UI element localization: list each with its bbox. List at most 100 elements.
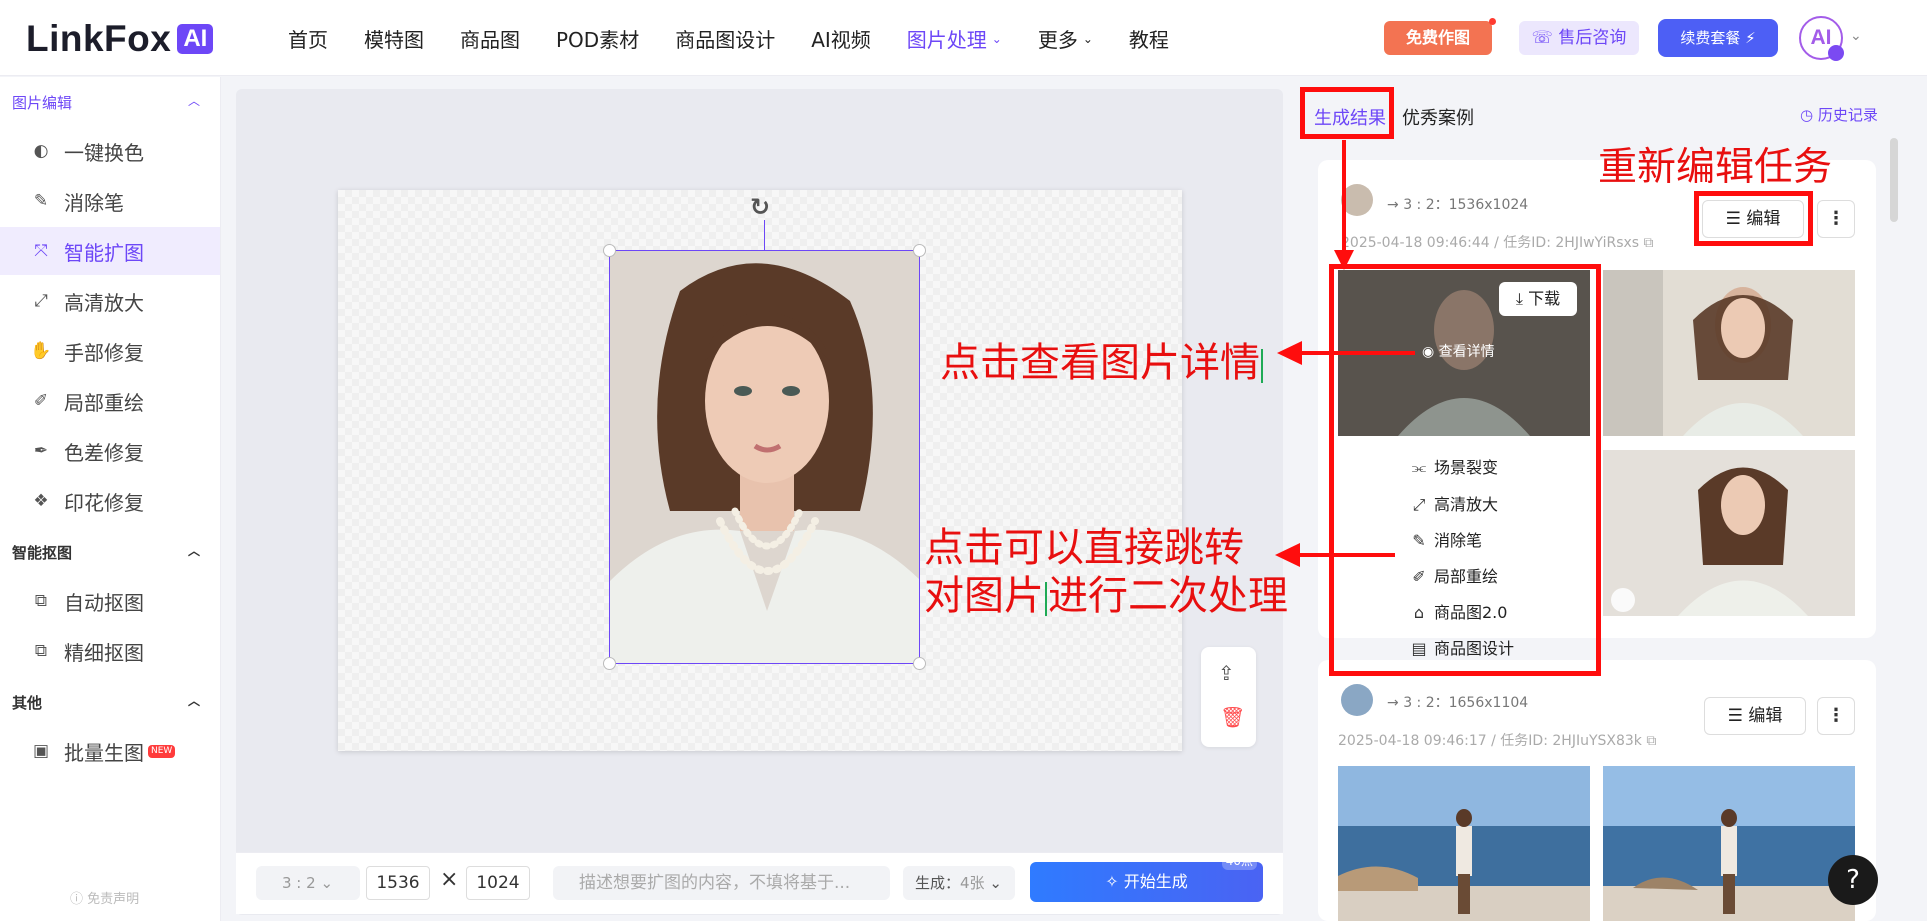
sidebar-item-label: 智能扩图 [64,240,144,265]
nav-item-tutorial[interactable]: 教程 [1129,24,1169,53]
resize-handle[interactable] [603,244,616,257]
result-image[interactable] [1603,766,1855,921]
scrollbar[interactable] [1890,138,1898,222]
nav-item-model[interactable]: 模特图 [364,24,424,53]
chevron-up-icon: ︿ [187,94,200,108]
sidebar-item-color-fix[interactable]: ✒ 色差修复 [0,427,220,475]
logo-text: LinkFox [26,18,172,59]
highlight-result-menu [1329,264,1601,676]
rotate-icon[interactable]: ↻ [750,193,770,221]
highlight-results-tab [1300,87,1394,139]
rotate-guide [764,220,765,250]
sidebar-item-upscale[interactable]: ⤢ 高清放大 [0,277,220,325]
task-thumbnail[interactable] [1341,684,1373,716]
nav-item-label: 更多 [1037,28,1078,52]
start-generate-button[interactable]: ✧ 开始生成 40点 [1030,853,1263,902]
chevron-down-icon: ⌄ [1082,31,1093,46]
tab-showcase[interactable]: 优秀案例 [1402,104,1474,130]
history-link[interactable]: ◷ 历史记录 [1800,104,1878,125]
points-badge: 40点 [1221,853,1257,870]
help-button[interactable]: ? [1828,855,1878,905]
sidebar-item-auto-cutout[interactable]: ⧉ 自动抠图 [0,577,220,625]
annotation-jump-line2: 对图片 进行二次处理 [924,563,1288,621]
sidebar-item-label: 印花修复 [64,490,144,515]
section-title: 智能抠图 [12,544,73,562]
trash-icon[interactable]: 🗑 [1220,705,1245,729]
task-thumbnail[interactable] [1341,184,1373,216]
sidebar-item-expand[interactable]: ⤧ 智能扩图 [0,227,220,275]
prompt-input[interactable]: 描述想要扩图的内容，不填将基于... [553,866,890,900]
logo[interactable]: LinkFox AI [26,18,214,60]
sidebar-section-other[interactable]: 其他 ︿ [12,692,212,713]
disclaimer-link[interactable]: ⓘ 免责声明 [70,888,139,907]
chevron-down-icon[interactable]: ⌄ [1850,28,1862,44]
hand-icon: ✋ [30,341,52,361]
sidebar-section-cutout[interactable]: 智能抠图 ︿ [12,542,212,563]
source-photo[interactable] [609,250,920,664]
nav-item-video[interactable]: AI视频 [811,24,871,53]
task-meta: → 3 : 2：1536x1024 [1387,194,1528,214]
beach-illustration [1603,766,1855,921]
nav-item-label: 图片处理 [906,28,987,52]
annotation-text: 点击查看图片详情 [940,340,1260,386]
sidebar-item-inpaint[interactable]: ✐ 局部重绘 [0,377,220,425]
nav-item-image-processing[interactable]: 图片处理 ⌄ [907,24,1002,53]
renew-button[interactable]: 续费套餐 ⚡ [1658,19,1778,57]
sliders-icon: ☰ [1727,706,1749,726]
nav-item-product[interactable]: 商品图 [460,24,520,53]
copy-icon[interactable]: ⧉ [1642,733,1656,749]
beach-illustration [1338,766,1590,921]
task-ratio: 3 : 2：1656x1104 [1403,695,1529,711]
upload-icon[interactable]: ⇪ [1218,661,1235,685]
portrait-illustration [1603,450,1855,616]
count-select[interactable]: 生成：4张 ⌄ [903,866,1015,900]
chevron-up-icon: ︿ [187,694,200,708]
recolor-icon: ◐ [33,141,49,161]
height-input[interactable]: 1024 [466,866,530,900]
vip-badge-icon [1828,45,1844,61]
consult-button[interactable]: ☏ 售后咨询 [1519,21,1639,55]
free-draw-button[interactable]: 免费作图 [1384,18,1496,55]
sidebar-item-print-fix[interactable]: ❖ 印花修复 [0,477,220,525]
chevron-down-icon: ⌄ [984,874,1002,892]
nav-item-home[interactable]: 首页 [288,24,328,53]
avatar[interactable]: AI [1799,16,1844,61]
arrow-right-icon: → [1387,695,1404,711]
sidebar-item-batch[interactable]: ▣ 批量生图 NEW [0,727,220,775]
arrow-right-icon: → [1387,197,1404,213]
consult-label: 售后咨询 [1558,28,1627,48]
portrait-illustration [1603,270,1855,436]
annotation-view-detail: 点击查看图片详情 [940,330,1264,388]
edit-button[interactable]: ☰ 编辑 [1704,697,1806,735]
sidebar-item-recolor[interactable]: ◐ 一键换色 [0,127,220,175]
sidebar-item-eraser[interactable]: ✎ 消除笔 [0,177,220,225]
more-button[interactable]: ⋮ [1817,697,1855,735]
resize-handle[interactable] [913,244,926,257]
resize-handle[interactable] [603,657,616,670]
more-button[interactable]: ⋮ [1817,200,1855,238]
result-image[interactable] [1603,450,1855,616]
count-label: 生成： [915,874,961,892]
avatar-text: AI [1810,26,1832,49]
ratio-select[interactable]: 3 : 2 ⌄ [256,866,360,900]
width-input[interactable]: 1536 [366,866,430,900]
count-value: 4张 [960,874,985,892]
ratio-value: 3 : 2 [282,874,316,892]
sidebar-item-hand-fix[interactable]: ✋ 手部修复 [0,327,220,375]
result-image[interactable] [1338,766,1590,921]
resize-handle[interactable] [913,657,926,670]
nav-item-pod[interactable]: POD素材 [556,24,639,53]
task-date: 2025-04-18 09:46:44 / 任务ID: 2HJIwYiRsxs … [1341,232,1654,252]
result-image[interactable] [1603,270,1855,436]
sidebar-item-fine-cutout[interactable]: ⧉ 精细抠图 [0,627,220,675]
annotation-re-edit: 重新编辑任务 [1598,145,1833,190]
copy-icon[interactable]: ⧉ [1639,235,1654,251]
sidebar-section-image-edit[interactable]: 图片编辑 ︿ [12,92,212,113]
cutout-icon: ⧉ [34,591,48,611]
headset-icon: ☏ [1531,28,1559,48]
task-date-text: 2025-04-18 09:46:17 / 任务ID: 2HJIuYSX83k [1338,733,1642,749]
sidebar-item-label: 消除笔 [64,190,124,215]
nav-item-more[interactable]: 更多 ⌄ [1038,24,1093,53]
sidebar-item-label: 手部修复 [64,340,144,365]
nav-item-design[interactable]: 商品图设计 [675,24,775,53]
